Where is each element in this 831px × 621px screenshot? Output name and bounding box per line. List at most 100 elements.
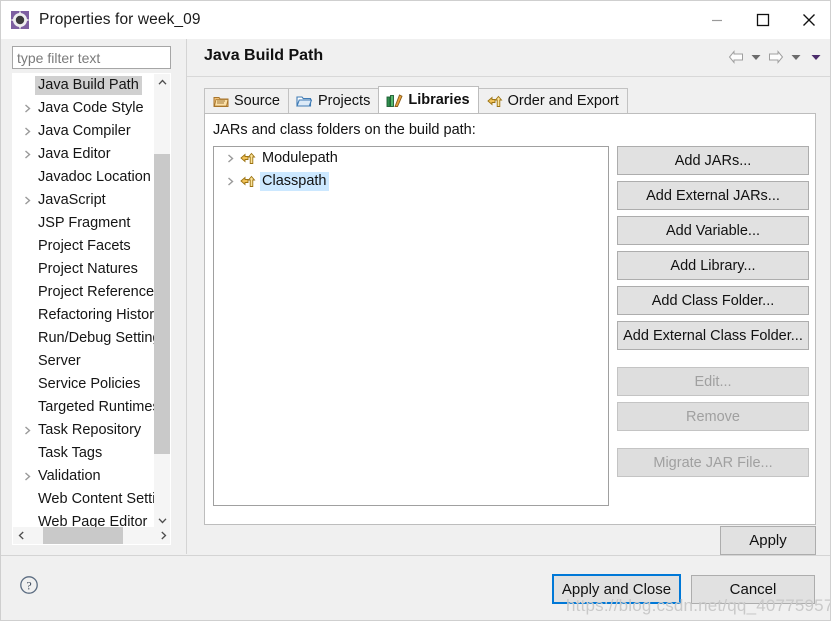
sidebar-item-refactoring-history[interactable]: Refactoring History [13,304,156,327]
window-controls [694,1,830,39]
scroll-up-icon[interactable] [154,74,170,91]
apply-and-close-button[interactable]: Apply and Close [552,574,681,604]
sidebar-item-java-build-path[interactable]: Java Build Path [13,74,156,97]
help-icon[interactable]: ? [18,574,40,596]
forward-arrow-icon[interactable] [767,48,785,66]
tree-row-modulepath[interactable]: Modulepath [214,147,608,170]
tab-order-and-export[interactable]: Order and Export [477,88,628,113]
sidebar-item-javadoc-location[interactable]: Javadoc Location [13,166,156,189]
add-class-folder-button[interactable]: Add Class Folder... [617,286,809,315]
sidebar-item-task-repository[interactable]: Task Repository [13,419,156,442]
close-icon[interactable] [786,1,830,39]
sidebar-item-label: Task Tags [38,445,103,461]
sidebar-item-project-natures[interactable]: Project Natures [13,258,156,281]
chevron-right-icon[interactable] [19,97,35,120]
sidebar-item-label: Task Repository [38,422,142,438]
sidebar-item-service-policies[interactable]: Service Policies [13,373,156,396]
source-folder-icon [212,93,229,110]
settings-page: Java Build Path Source Projects Librarie… [187,39,830,555]
chevron-right-icon[interactable] [19,465,35,488]
back-arrow-icon[interactable] [727,48,745,66]
sidebar-item-task-tags[interactable]: Task Tags [13,442,156,465]
add-variable-button[interactable]: Add Variable... [617,216,809,245]
tab-label: Source [234,93,280,109]
filter-input[interactable] [12,46,171,69]
sidebar-item-label: Project Facets [38,238,131,254]
scrollbar-thumb[interactable] [43,527,123,544]
menu-dropdown-icon[interactable] [807,48,825,66]
sidebar-item-server[interactable]: Server [13,350,156,373]
tab-label: Order and Export [507,93,619,109]
add-jars-button[interactable]: Add JARs... [617,146,809,175]
sidebar-item-project-references[interactable]: Project References [13,281,156,304]
chevron-right-icon[interactable] [222,147,238,170]
sidebar-item-java-compiler[interactable]: Java Compiler [13,120,156,143]
page-title: Java Build Path [204,47,324,64]
tree-row-classpath[interactable]: Classpath [214,170,608,193]
sidebar-item-run-debug-settings[interactable]: Run/Debug Settings [13,327,156,350]
sidebar-item-label: JavaScript [38,192,106,208]
sidebar-item-web-content-settings[interactable]: Web Content Settings [13,488,156,511]
sidebar-item-java-editor[interactable]: Java Editor [13,143,156,166]
classpath-icon [486,93,503,110]
settings-sidebar: Java Build Path Java Code Style Java Com… [1,39,186,554]
add-external-class-folder-button[interactable]: Add External Class Folder... [617,321,809,350]
forward-dropdown-icon[interactable] [787,48,805,66]
sidebar-item-label: Java Compiler [38,123,131,139]
sidebar-item-targeted-runtimes[interactable]: Targeted Runtimes [13,396,156,419]
sidebar-item-label: Web Content Settings [38,491,156,507]
classpath-icon [238,150,256,168]
back-dropdown-icon[interactable] [747,48,765,66]
scrollbar-track[interactable] [30,527,155,544]
cancel-button[interactable]: Cancel [691,575,815,604]
scroll-right-icon[interactable] [155,527,170,544]
tree-row-label: Classpath [260,172,330,191]
sidebar-vertical-scrollbar[interactable] [154,74,170,529]
sidebar-item-validation[interactable]: Validation [13,465,156,488]
apply-button[interactable]: Apply [720,526,816,555]
sidebar-item-label: Project References [38,284,156,300]
chevron-right-icon[interactable] [222,170,238,193]
title-bar: Properties for week_09 [1,1,830,39]
build-path-tabs: Source Projects Libraries Order and Expo… [204,86,814,113]
chevron-right-icon[interactable] [19,189,35,212]
sidebar-item-label: Javadoc Location [38,169,151,185]
minimize-icon[interactable] [694,1,740,39]
sidebar-item-label: Targeted Runtimes [38,399,156,415]
sidebar-item-project-facets[interactable]: Project Facets [13,235,156,258]
page-header-toolbar [727,48,825,66]
maximize-icon[interactable] [740,1,786,39]
properties-dialog: Properties for week_09 Java Build Path [0,0,831,621]
tab-source[interactable]: Source [204,88,289,113]
chevron-right-icon[interactable] [19,419,35,442]
chevron-right-icon[interactable] [19,120,35,143]
settings-tree-viewport: Java Build Path Java Code Style Java Com… [13,74,156,529]
sidebar-item-java-code-style[interactable]: Java Code Style [13,97,156,120]
sidebar-item-label: Java Editor [38,146,111,162]
sidebar-item-jsp-fragment[interactable]: JSP Fragment [13,212,156,235]
classpath-icon [238,173,256,191]
chevron-right-icon[interactable] [19,143,35,166]
window-title: Properties for week_09 [39,11,201,28]
sidebar-item-label: Validation [38,468,101,484]
sidebar-horizontal-scrollbar[interactable] [13,527,170,544]
tab-libraries[interactable]: Libraries [378,86,479,113]
tab-projects[interactable]: Projects [287,88,380,113]
sidebar-item-label: Refactoring History [38,307,156,323]
add-library-button[interactable]: Add Library... [617,251,809,280]
build-path-tree[interactable]: Modulepath Classpath [213,146,609,506]
scroll-left-icon[interactable] [13,527,30,544]
svg-text:?: ? [26,578,31,592]
add-external-jars-button[interactable]: Add External JARs... [617,181,809,210]
scrollbar-thumb[interactable] [154,154,170,454]
sidebar-item-javascript[interactable]: JavaScript [13,189,156,212]
